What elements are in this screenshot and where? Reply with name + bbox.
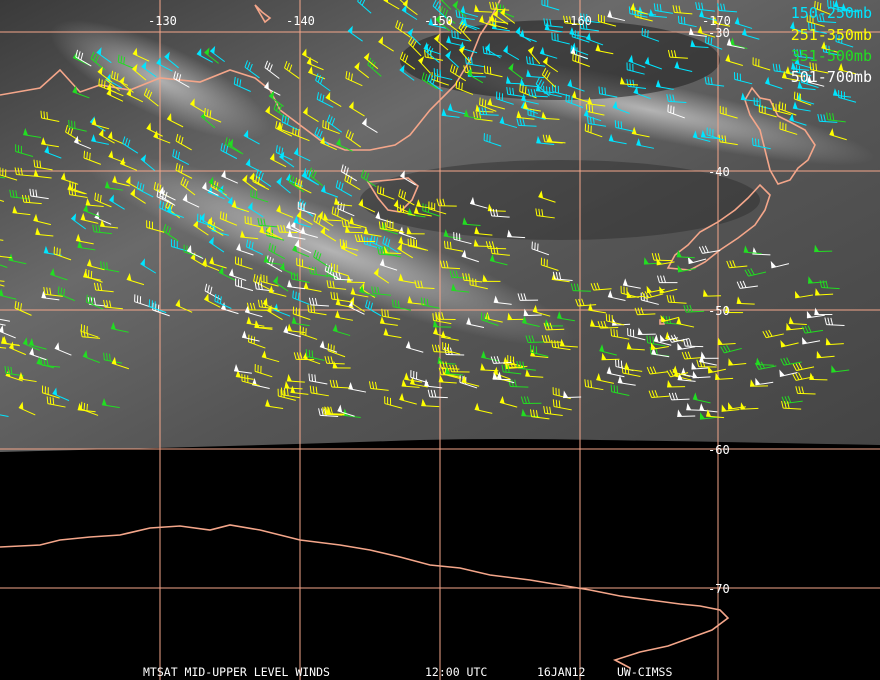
- barb-shaft: [383, 252, 402, 254]
- legend-item-251-350mb: 251-350mb: [790, 26, 872, 44]
- longitude-label: -160: [563, 14, 592, 28]
- longitude-label: -130: [148, 14, 177, 28]
- longitude-label: -140: [286, 14, 315, 28]
- longitude-label: -150: [424, 14, 453, 28]
- product-name: MTSAT MID-UPPER LEVEL WINDS: [143, 665, 330, 679]
- latitude-label: -50: [708, 304, 730, 318]
- latitude-label: -40: [708, 165, 730, 179]
- legend-item-351-500mb: 351-500mb: [790, 47, 872, 65]
- valid-time: 12:00 UTC: [425, 665, 488, 679]
- latitude-label: -60: [708, 443, 730, 457]
- latitude-label: -30: [708, 26, 730, 40]
- date: 16JAN12: [537, 665, 586, 679]
- legend-item-150-250mb: 150-250mb: [790, 4, 872, 22]
- antarctica-coast: [0, 524, 730, 669]
- dry-slot: [360, 160, 760, 240]
- wind-map: -130 -140 -150 -160 -170 -30 -40 -50 -60…: [0, 0, 880, 680]
- footer-caption: MTSAT MID-UPPER LEVEL WINDS 12:00 UTC 16…: [0, 665, 880, 679]
- latitude-label: -70: [708, 582, 730, 596]
- barb-shaft: [467, 75, 486, 78]
- source-agency: UW-CIMSS: [617, 665, 673, 679]
- barb-shaft: [492, 378, 511, 381]
- map-canvas: [0, 0, 880, 680]
- legend-item-501-700mb: 501-700mb: [790, 68, 872, 86]
